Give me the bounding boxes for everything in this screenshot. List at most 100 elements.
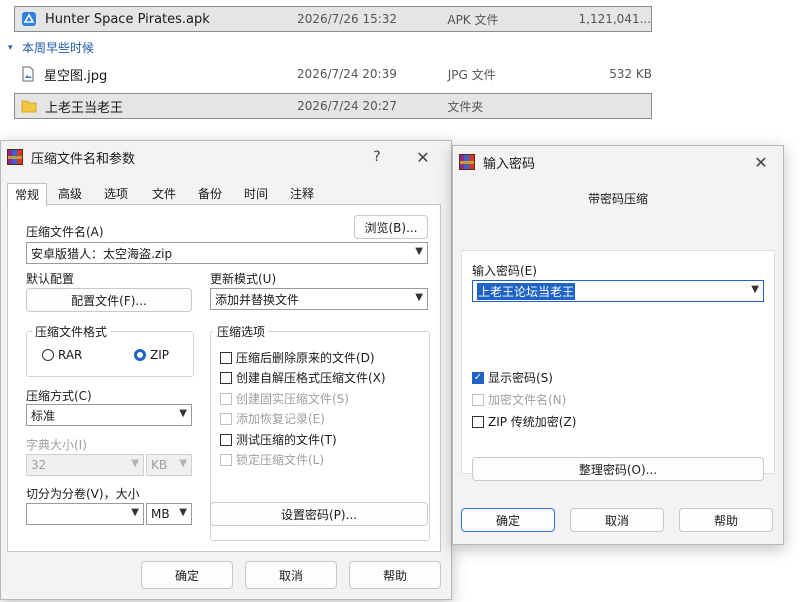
chevron-down-icon: ▼	[179, 408, 187, 419]
update-mode-select[interactable]: 添加并替换文件 ▼	[210, 288, 428, 310]
password-dialog: 输入密码 ✕ 带密码压缩 输入密码(E) 上老王论坛当老王 ▼ ✓ 显示密码(S…	[452, 145, 784, 545]
format-rar-radio[interactable]: RAR	[42, 348, 82, 362]
show-password-label: 显示密码(S)	[488, 371, 553, 385]
password-input[interactable]: 上老王论坛当老王 ▼	[472, 280, 764, 302]
ok-button[interactable]: 确定	[141, 561, 233, 589]
dict-unit-value: KB	[151, 458, 168, 472]
help-question-icon[interactable]: ?	[355, 141, 399, 173]
close-icon[interactable]: ✕	[401, 141, 445, 173]
profiles-button[interactable]: 配置文件(F)...	[26, 288, 192, 312]
archive-name-value: 安卓版猎人：太空海盗.zip	[31, 246, 173, 261]
close-icon[interactable]: ✕	[739, 146, 783, 178]
archive-name-label: 压缩文件名(A)	[26, 225, 104, 239]
password-dialog-titlebar: 输入密码	[453, 146, 783, 178]
enter-password-label: 输入密码(E)	[472, 264, 537, 278]
image-file-icon	[20, 66, 36, 82]
password-panel: 输入密码(E) 上老王论坛当老王 ▼ ✓ 显示密码(S) 加密文件名(N) ZI…	[461, 250, 775, 481]
file-size: 532 KB	[609, 67, 653, 81]
help-button[interactable]: 帮助	[349, 561, 441, 589]
option-recovery: 添加恢复记录(E)	[220, 410, 325, 427]
general-tab-panel: 压缩文件名(A) 浏览(B)... 安卓版猎人：太空海盗.zip ▼ 默认配置 …	[7, 204, 441, 552]
tab-general[interactable]: 常规	[7, 183, 47, 206]
password-heading: 带密码压缩	[587, 192, 648, 206]
apk-icon	[21, 11, 37, 27]
group-label: 本周早些时候	[22, 41, 95, 55]
checkbox-icon	[220, 392, 232, 405]
option-label: 创建自解压格式压缩文件(X)	[236, 371, 386, 385]
encrypt-filenames-label: 加密文件名(N)	[488, 393, 567, 407]
file-type: JPG 文件	[447, 67, 496, 82]
password-help-button[interactable]: 帮助	[679, 508, 773, 532]
password-dialog-title: 输入密码	[483, 156, 536, 172]
winrar-logo-icon	[459, 154, 475, 170]
option-delete-after[interactable]: 压缩后删除原来的文件(D)	[220, 349, 375, 366]
dict-size-value: 32	[31, 458, 47, 472]
zip-legacy-checkbox[interactable]: ZIP 传统加密(Z)	[472, 413, 576, 430]
password-cancel-button[interactable]: 取消	[570, 508, 664, 532]
file-row-jpg[interactable]: 星空图.jpg 2026/7/24 20:39 JPG 文件 532 KB	[14, 61, 652, 87]
option-label: 创建固实压缩文件(S)	[236, 392, 349, 406]
password-value: 上老王论坛当老王	[477, 282, 576, 300]
checkbox-icon	[220, 371, 232, 384]
method-select[interactable]: 标准 ▼	[26, 404, 192, 426]
browse-button[interactable]: 浏览(B)...	[354, 215, 428, 239]
show-password-checkbox[interactable]: ✓ 显示密码(S)	[472, 369, 553, 386]
format-zip-radio[interactable]: ZIP	[134, 348, 169, 362]
dict-size-select: 32 ▼	[26, 454, 144, 476]
checkbox-checked-icon: ✓	[472, 371, 484, 384]
file-size: 1,121,041...	[578, 12, 652, 26]
file-row-apk[interactable]: Hunter Space Pirates.apk 2026/7/26 15:32…	[14, 6, 652, 32]
folder-row[interactable]: 上老王当老王 2026/7/24 20:27 文件夹	[14, 93, 652, 119]
tab-advanced[interactable]: 高级	[51, 183, 89, 205]
file-type: APK 文件	[447, 12, 499, 27]
chevron-down-icon: ▼	[415, 246, 423, 257]
dict-size-label: 字典大小(I)	[26, 438, 87, 452]
file-date: 2026/7/24 20:39	[296, 67, 397, 81]
archive-name-input[interactable]: 安卓版猎人：太空海盗.zip ▼	[26, 242, 428, 264]
chevron-down-icon: ▼	[131, 507, 139, 518]
file-date: 2026/7/26 15:32	[297, 12, 398, 26]
format-group-title: 压缩文件格式	[32, 323, 111, 340]
file-date: 2026/7/24 20:27	[297, 99, 398, 113]
split-volumes-label: 切分为分卷(V)，大小	[26, 487, 140, 501]
radio-icon	[42, 349, 54, 361]
file-name: 星空图.jpg	[44, 68, 108, 84]
options-group-title: 压缩选项	[214, 323, 269, 340]
checkbox-icon	[220, 412, 232, 425]
update-mode-value: 添加并替换文件	[215, 292, 300, 307]
cancel-button[interactable]: 取消	[245, 561, 337, 589]
file-name: 上老王当老王	[45, 100, 124, 116]
organize-passwords-button[interactable]: 整理密码(O)...	[472, 457, 764, 481]
split-unit-select[interactable]: MB ▼	[146, 503, 192, 525]
option-test[interactable]: 测试压缩的文件(T)	[220, 431, 337, 448]
zip-label: ZIP	[150, 348, 169, 362]
password-ok-button[interactable]: 确定	[461, 508, 555, 532]
option-lock: 锁定压缩文件(L)	[220, 451, 324, 468]
checkbox-icon	[472, 393, 484, 406]
zip-legacy-label: ZIP 传统加密(Z)	[488, 415, 577, 429]
option-sfx[interactable]: 创建自解压格式压缩文件(X)	[220, 369, 386, 386]
archive-dialog: 压缩文件名和参数 ? ✕ 常规 高级 选项 文件 备份 时间 注释 压缩文件名(…	[0, 140, 452, 600]
chevron-down-icon: ▾	[8, 42, 13, 53]
radio-selected-icon	[134, 349, 146, 361]
checkbox-icon	[472, 415, 484, 428]
chevron-down-icon: ▼	[179, 507, 187, 518]
option-label: 添加恢复记录(E)	[236, 412, 325, 426]
dict-unit-select: KB ▼	[146, 454, 192, 476]
option-label: 锁定压缩文件(L)	[236, 453, 325, 467]
tab-options[interactable]: 选项	[97, 183, 135, 205]
set-password-button[interactable]: 设置密码(P)...	[210, 502, 428, 526]
chevron-down-icon: ▼	[415, 292, 423, 303]
tab-comment[interactable]: 注释	[283, 183, 321, 205]
update-mode-label: 更新模式(U)	[210, 272, 277, 286]
tab-time[interactable]: 时间	[237, 183, 275, 205]
tab-files[interactable]: 文件	[145, 183, 183, 205]
group-header[interactable]: ▾ 本周早些时候	[8, 39, 94, 56]
checkbox-icon	[220, 453, 232, 466]
checkbox-icon	[220, 433, 232, 446]
archive-dialog-title: 压缩文件名和参数	[31, 151, 136, 167]
split-size-input[interactable]: ▼	[26, 503, 144, 525]
tab-backup[interactable]: 备份	[191, 183, 229, 205]
chevron-down-icon: ▼	[179, 458, 187, 469]
option-solid: 创建固实压缩文件(S)	[220, 390, 349, 407]
